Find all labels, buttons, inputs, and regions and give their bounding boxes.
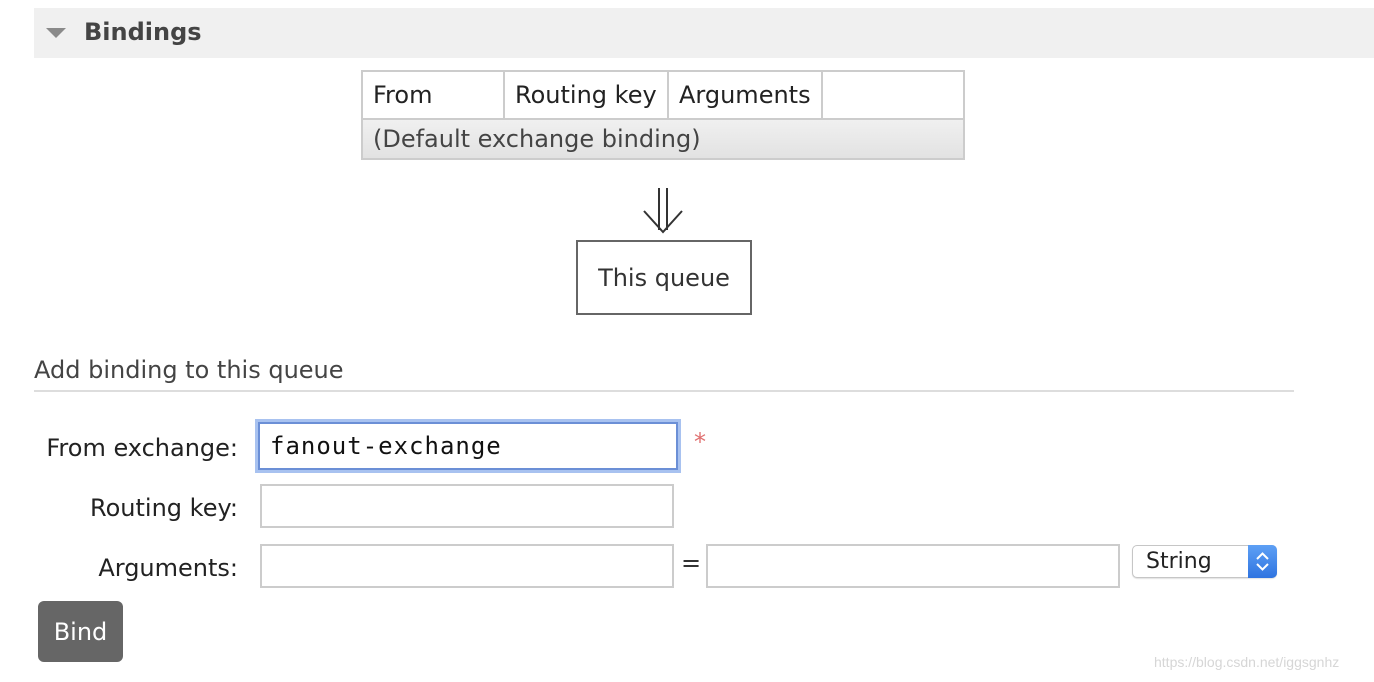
- argument-type-select[interactable]: String: [1132, 545, 1277, 578]
- select-stepper-button[interactable]: [1248, 545, 1277, 578]
- table-row: (Default exchange binding): [361, 118, 965, 160]
- routing-key-input[interactable]: [260, 484, 674, 528]
- column-header-routing-key: Routing key: [503, 70, 669, 120]
- from-exchange-input[interactable]: [258, 422, 678, 470]
- routing-key-label: Routing key:: [90, 494, 238, 522]
- add-binding-heading: Add binding to this queue: [34, 356, 344, 384]
- bindings-section-header[interactable]: Bindings: [34, 8, 1374, 58]
- page: Bindings From Routing key Arguments (Def…: [0, 0, 1374, 682]
- section-title: Bindings: [84, 18, 202, 46]
- this-queue-box: This queue: [576, 240, 752, 315]
- arguments-label: Arguments:: [98, 554, 238, 582]
- required-indicator: *: [694, 428, 706, 456]
- column-header-from: From: [361, 70, 505, 120]
- collapse-triangle-icon[interactable]: [46, 28, 66, 38]
- bind-button[interactable]: Bind: [38, 601, 123, 662]
- up-down-chevron-icon: [1256, 552, 1269, 571]
- heading-divider: [34, 390, 1294, 392]
- column-header-arguments: Arguments: [667, 70, 823, 120]
- equals-sign: =: [681, 549, 702, 577]
- argument-key-input[interactable]: [260, 544, 674, 588]
- column-header-actions: [821, 70, 965, 120]
- bindings-table: From Routing key Arguments (Default exch…: [361, 70, 965, 160]
- default-binding-cell: (Default exchange binding): [361, 118, 965, 160]
- double-down-arrow-icon: [643, 188, 683, 234]
- argument-type-selected: String: [1146, 549, 1212, 574]
- argument-value-input[interactable]: [706, 544, 1120, 588]
- from-exchange-label: From exchange:: [46, 434, 238, 462]
- table-header-row: From Routing key Arguments: [361, 70, 965, 120]
- watermark: https://blog.csdn.net/iggsgnhz: [1154, 654, 1340, 670]
- queue-box-label: This queue: [598, 263, 730, 292]
